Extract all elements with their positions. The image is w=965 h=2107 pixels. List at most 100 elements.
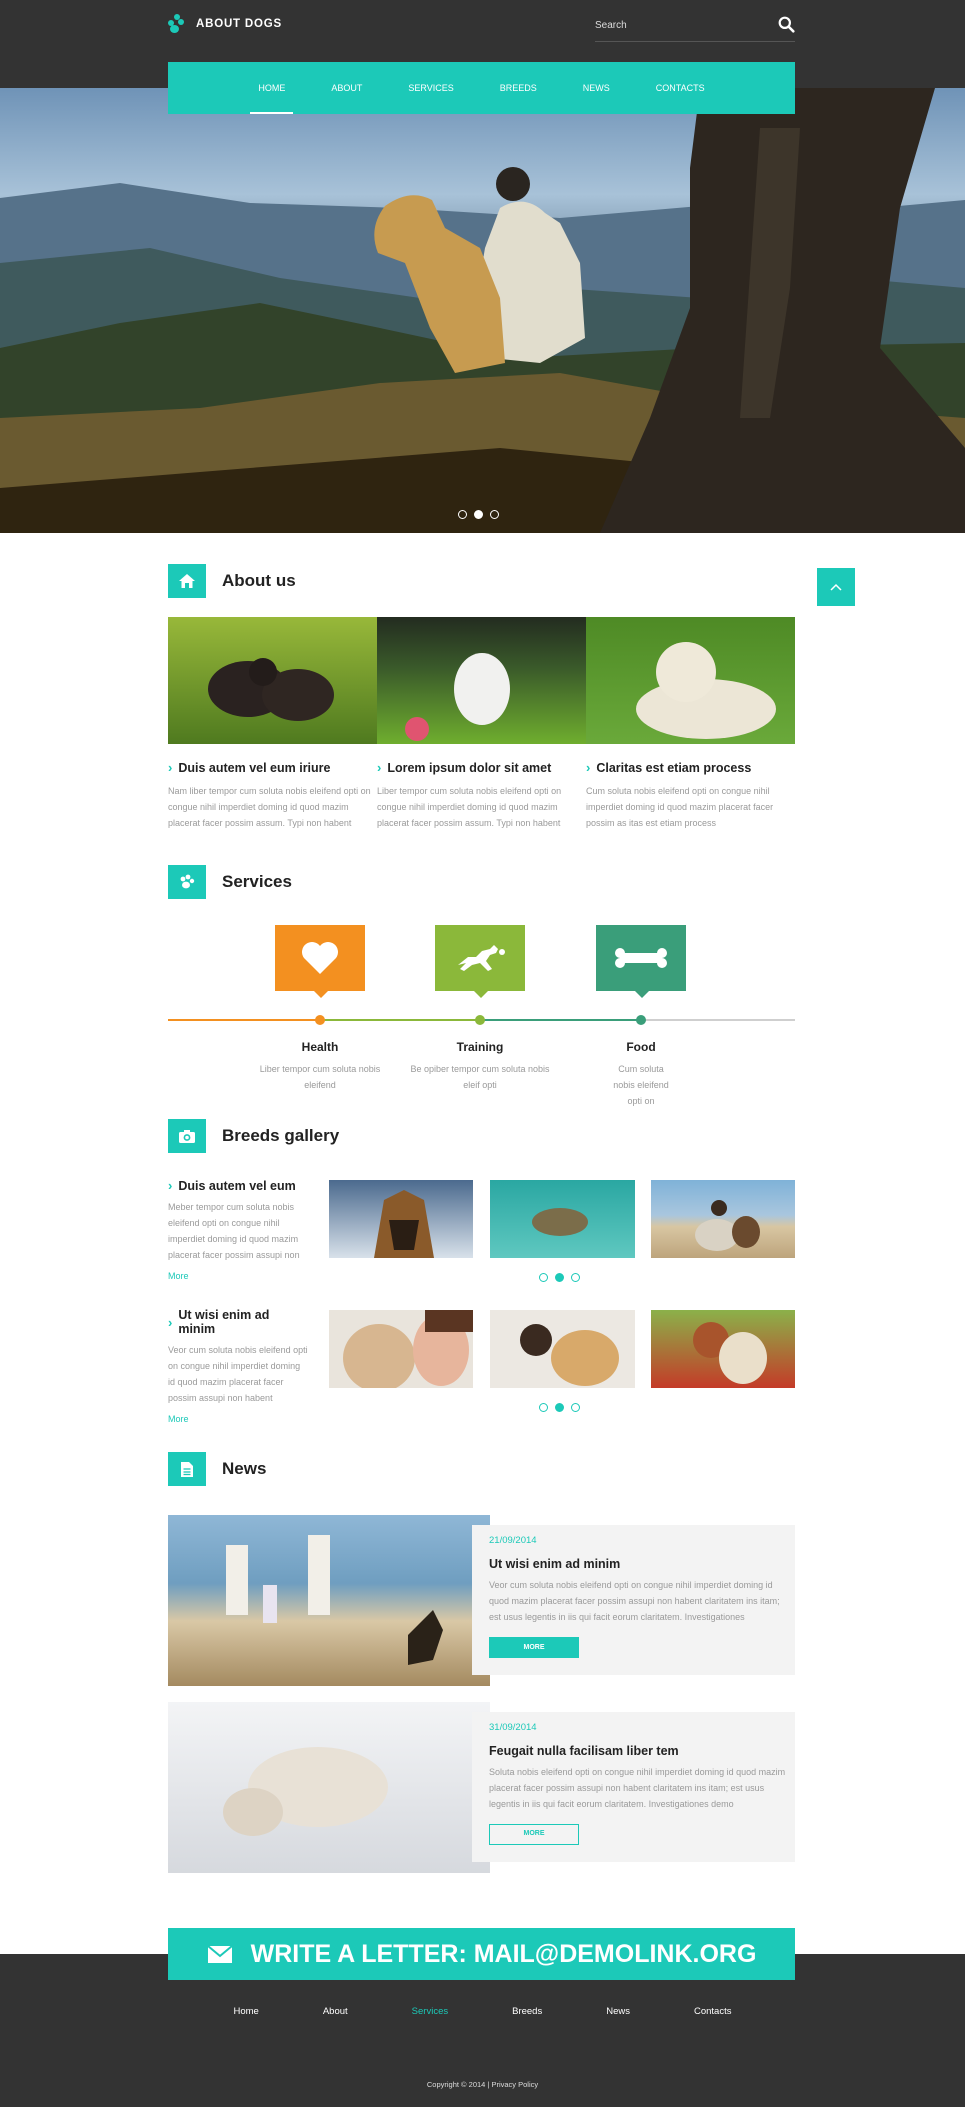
heart-icon [302, 942, 338, 974]
camera-icon [168, 1119, 206, 1153]
chevron-right-icon: › [168, 1178, 173, 1193]
search-placeholder: Search [595, 20, 627, 31]
scroll-to-top-button[interactable] [817, 568, 855, 606]
gallery-section-title: Breeds gallery [168, 1119, 339, 1153]
news-section-title: News [168, 1452, 266, 1486]
news-card-2: 31/09/2014 Feugait nulla facilisam liber… [472, 1712, 795, 1862]
news-item-text: Veor cum soluta nobis eleifend opti on c… [489, 1580, 780, 1622]
gallery-dot-active[interactable] [555, 1273, 564, 1282]
about-title: About us [222, 571, 296, 590]
news-date: 31/09/2014 [489, 1722, 537, 1733]
chevron-right-icon: › [586, 760, 591, 775]
footer-link-services[interactable]: Services [412, 2006, 448, 2017]
write-letter-text: WRITE A LETTER: MAIL@DEMOLINK.ORG [250, 1939, 757, 1968]
service-name-health: Health [301, 1040, 339, 1054]
news-image-beach-family[interactable] [168, 1515, 490, 1686]
about-card-title[interactable]: Lorem ipsum dolor sit amet [387, 761, 551, 775]
brand-name: ABOUT DOGS [196, 18, 282, 30]
gallery-dot-active[interactable] [555, 1403, 564, 1412]
chevron-up-icon [830, 583, 842, 591]
news-date: 21/09/2014 [489, 1535, 537, 1546]
search-input[interactable]: Search [595, 14, 795, 42]
slider-dot[interactable] [458, 510, 467, 519]
about-card-title[interactable]: Claritas est etiam process [596, 761, 751, 775]
food-service-box[interactable] [596, 925, 686, 998]
about-card-text: Liber tempor cum soluta nobis eleifend o… [377, 786, 562, 828]
nav-item-breeds[interactable]: BREEDS [477, 62, 560, 114]
gallery-row-text: Veor cum soluta nobis eleifend opti on c… [168, 1345, 308, 1403]
nav-item-home[interactable]: HOME [235, 62, 308, 114]
service-desc-food: Cum soluta nobis eleifend opti on [613, 1064, 669, 1106]
news-title: News [222, 1459, 267, 1478]
news-more-button[interactable]: MORE [489, 1824, 579, 1845]
gallery-row-2-dots [539, 1403, 580, 1412]
news-item-title[interactable]: Feugait nulla facilisam liber tem [489, 1744, 679, 1758]
nav-item-services[interactable]: SERVICES [385, 62, 476, 114]
copyright: Copyright © 2014 | Privacy Policy [426, 2080, 539, 2089]
footer-link-breeds[interactable]: Breeds [512, 2006, 542, 2017]
paw-logo-icon [168, 14, 188, 34]
gallery-dot[interactable] [571, 1273, 580, 1282]
gallery-row-2-text: › Ut wisi enim ad minim Veor cum soluta n… [168, 1308, 308, 1424]
gallery-dot[interactable] [571, 1403, 580, 1412]
service-desc-health: Liber tempor cum soluta nobis eleifend [259, 1064, 381, 1090]
about-section-title: About us [168, 564, 296, 598]
gallery-dot[interactable] [539, 1403, 548, 1412]
gallery-dot[interactable] [539, 1273, 548, 1282]
gallery-image-swimming-dog[interactable] [490, 1180, 635, 1258]
home-icon [168, 564, 206, 598]
training-service-box[interactable] [435, 925, 525, 998]
health-service-box[interactable] [275, 925, 365, 998]
footer-link-about[interactable]: About [323, 2006, 348, 2017]
about-card-title[interactable]: Duis autem vel eum iriure [178, 761, 330, 775]
about-image-3 [586, 617, 795, 744]
news-image-snow-dog[interactable] [168, 1702, 490, 1873]
paw-icon [168, 865, 206, 899]
more-link[interactable]: More [168, 1271, 308, 1281]
logo[interactable]: ABOUT DOGS [168, 14, 282, 34]
gallery-image-man-golden-dog[interactable] [490, 1310, 635, 1388]
gallery-image-husky-woman[interactable] [329, 1310, 473, 1388]
hero-image [0, 88, 965, 533]
news-item-text: Soluta nobis eleifend opti on congue nih… [489, 1767, 786, 1809]
footer-link-news[interactable]: News [606, 2006, 630, 2017]
slider-dot-active[interactable] [474, 510, 483, 519]
gallery-row-title[interactable]: Duis autem vel eum [178, 1179, 295, 1193]
footer-link-home[interactable]: Home [234, 2006, 259, 2017]
service-name-food: Food [626, 1040, 656, 1054]
footer-nav: Home About Services Breeds News Contacts [0, 2006, 965, 2017]
hero-slider [0, 88, 965, 533]
gallery-image-woman-puppy[interactable] [651, 1310, 795, 1388]
nav-item-news[interactable]: NEWS [560, 62, 633, 114]
footer-link-contacts[interactable]: Contacts [694, 2006, 732, 2017]
gallery-image-beach-family[interactable] [651, 1180, 795, 1258]
about-image-1 [168, 617, 377, 744]
search-icon[interactable] [778, 16, 795, 33]
nav-item-contacts[interactable]: CONTACTS [633, 62, 728, 114]
main-nav: HOME ABOUT SERVICES BREEDS NEWS CONTACTS [168, 62, 795, 114]
about-card-text: Cum soluta nobis eleifend opti on congue… [586, 786, 774, 828]
write-letter-banner[interactable]: WRITE A LETTER: MAIL@DEMOLINK.ORG [168, 1928, 795, 1980]
more-link[interactable]: More [168, 1414, 308, 1424]
nav-item-about[interactable]: ABOUT [308, 62, 385, 114]
document-icon [168, 1452, 206, 1486]
service-desc-training: Be opiber tempor cum soluta nobis eleif … [410, 1064, 550, 1090]
envelope-icon [206, 1944, 233, 1963]
chevron-right-icon: › [377, 760, 382, 775]
gallery-row-title[interactable]: Ut wisi enim ad minim [178, 1308, 308, 1336]
news-more-button[interactable]: MORE [489, 1637, 579, 1658]
gallery-row-1-dots [539, 1273, 580, 1282]
news-card-1: 21/09/2014 Ut wisi enim ad minim Veor cu… [472, 1525, 795, 1675]
news-item-title[interactable]: Ut wisi enim ad minim [489, 1557, 620, 1571]
services-section-title: Services [168, 865, 292, 899]
about-card-3: › Claritas est etiam process Cum soluta n… [586, 760, 791, 831]
gallery-row-text: Meber tempor cum soluta nobis eleifend o… [168, 1202, 300, 1260]
slider-dot[interactable] [490, 510, 499, 519]
jumping-dog-icon [458, 945, 505, 971]
chevron-right-icon: › [168, 760, 173, 775]
services-title: Services [222, 872, 292, 891]
gallery-image-german-shepherd[interactable] [329, 1180, 473, 1258]
service-name-training: Training [456, 1040, 504, 1054]
about-card-2: › Lorem ipsum dolor sit amet Liber tempor… [377, 760, 582, 831]
bone-icon [615, 948, 667, 968]
